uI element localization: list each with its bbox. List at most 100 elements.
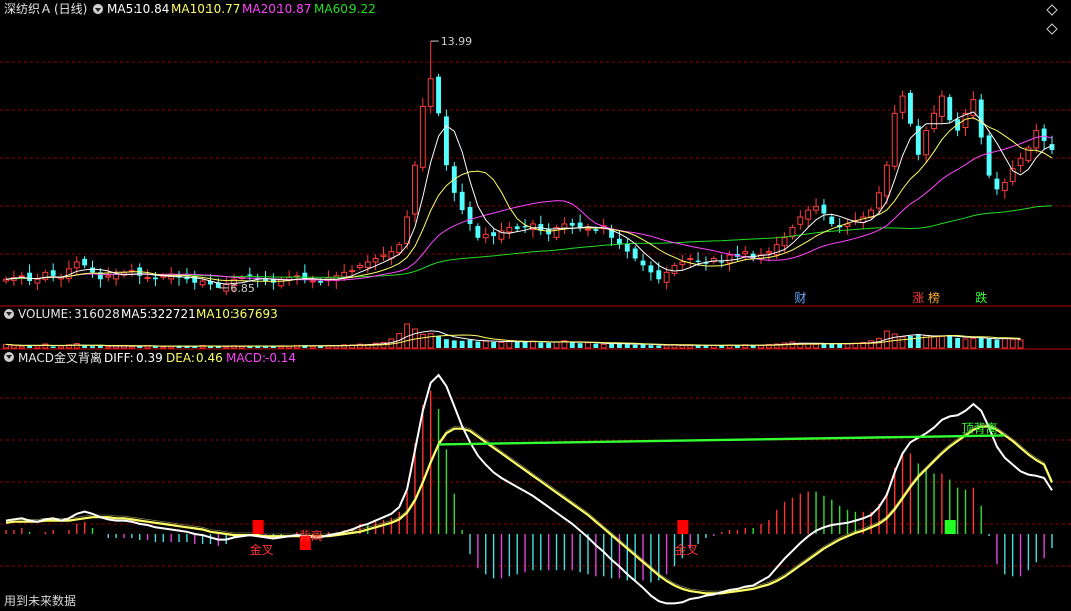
event-marker: 榜	[928, 290, 940, 305]
ma20-value: 10.87	[277, 2, 311, 16]
candle-body	[813, 206, 819, 211]
candle-body	[805, 209, 812, 220]
candle-body	[1033, 130, 1040, 149]
candle-body	[640, 260, 646, 266]
volume-bar	[585, 342, 591, 349]
volume-bar	[215, 346, 221, 348]
volume-bar	[491, 342, 497, 348]
volume-bar	[309, 345, 316, 349]
volume-bar	[160, 346, 167, 349]
candle-body	[90, 267, 95, 273]
macd-label: MACD:	[226, 351, 266, 365]
volume-ma10-value: 367693	[232, 307, 278, 321]
candle-body	[144, 277, 151, 280]
candle-body	[278, 278, 285, 287]
volume-bar	[443, 339, 449, 348]
volume-bar	[97, 345, 103, 348]
volume-bar	[632, 344, 638, 348]
volume-bar	[459, 340, 465, 348]
volume-bar	[750, 345, 756, 348]
candle-body	[726, 254, 733, 264]
candle-body	[247, 274, 253, 276]
candle-body	[380, 254, 387, 257]
volume-bar	[593, 343, 599, 348]
volume-bar	[656, 345, 662, 348]
candle-body	[994, 178, 1000, 190]
candle-body	[475, 226, 481, 238]
candle-body	[671, 264, 678, 274]
candle-body	[1049, 144, 1055, 150]
volume-bar	[978, 337, 984, 348]
volume-bar	[609, 344, 615, 348]
volume-bar	[703, 345, 709, 348]
candle-body	[356, 264, 363, 269]
volume-bar	[931, 336, 937, 349]
high-label: 13.99	[441, 35, 473, 48]
volume-bar	[938, 335, 945, 349]
volume-bar	[986, 338, 992, 348]
volume-ma10-label: MA10:	[196, 307, 234, 321]
candle-body	[34, 278, 41, 284]
volume-bar	[263, 346, 268, 348]
volume-bar	[128, 345, 135, 349]
candle-body	[467, 207, 473, 224]
volume-bar	[663, 344, 670, 349]
volume-bar	[73, 343, 80, 349]
candle-body	[443, 116, 449, 166]
stock-chart[interactable]: 13.99 6.85 财 涨榜 跌 金叉 背离金叉 顶背离 深纺织Ａ (日线) MA5: 1…	[0, 0, 1071, 611]
candle-body	[593, 229, 599, 231]
candle-body	[404, 216, 411, 245]
candle-body	[372, 258, 379, 263]
volume-bar	[451, 340, 457, 348]
volume-header: VOLUME: 316028 MA5: 322721 MA10: 367693	[4, 307, 278, 321]
volume-bar	[553, 341, 560, 349]
candle-body	[695, 260, 701, 262]
volume-bar	[994, 339, 1000, 348]
candle-body	[986, 135, 992, 176]
candle-body	[765, 251, 772, 254]
event-marker: 涨	[912, 290, 924, 305]
volume-bar	[679, 344, 686, 349]
ma60-value: 9.22	[349, 2, 376, 16]
candle-body	[742, 251, 749, 255]
candle-body	[50, 270, 56, 276]
candle-body	[679, 261, 686, 265]
volume-bar	[899, 336, 906, 349]
candle-body	[427, 78, 434, 107]
candle-body	[938, 95, 945, 117]
candle-body	[263, 279, 268, 281]
volume-bar	[42, 343, 49, 349]
low-label: 6.85	[230, 282, 255, 295]
signal-label: 顶背离	[962, 420, 998, 435]
volume-bar	[427, 333, 434, 349]
volume-bar	[624, 344, 630, 348]
volume-ma5-value: 322721	[150, 307, 196, 321]
candle-body	[577, 222, 583, 228]
volume-bar	[569, 342, 575, 348]
candle-body	[105, 275, 112, 278]
volume-bar	[962, 338, 969, 349]
ma10-value: 10.77	[206, 2, 240, 16]
macd-value: -0.14	[265, 351, 296, 365]
candle-body	[318, 280, 324, 283]
volume-bar	[82, 345, 88, 348]
candle-body	[883, 164, 890, 197]
candle-body	[632, 248, 638, 259]
volume-bar	[522, 342, 528, 348]
price-header: 深纺织Ａ (日线) MA5: 10.84 MA10: 10.77 MA20: 1…	[4, 2, 376, 16]
dea-label: DEA:	[166, 351, 195, 365]
volume-bar	[868, 340, 875, 349]
candle-body	[522, 226, 528, 228]
volume-bar	[970, 337, 977, 349]
volume-bar	[907, 336, 913, 348]
candle-body	[436, 76, 441, 114]
volume-value: 316028	[74, 307, 120, 321]
period-label: (日线)	[54, 2, 87, 16]
ma20-label: MA20:	[242, 2, 280, 16]
candle-body	[648, 265, 654, 273]
ma60-label: MA60:	[314, 2, 352, 16]
volume-bar	[34, 345, 41, 349]
candle-body	[719, 261, 725, 263]
event-marker: 财	[794, 291, 806, 305]
signal-block	[677, 520, 689, 534]
